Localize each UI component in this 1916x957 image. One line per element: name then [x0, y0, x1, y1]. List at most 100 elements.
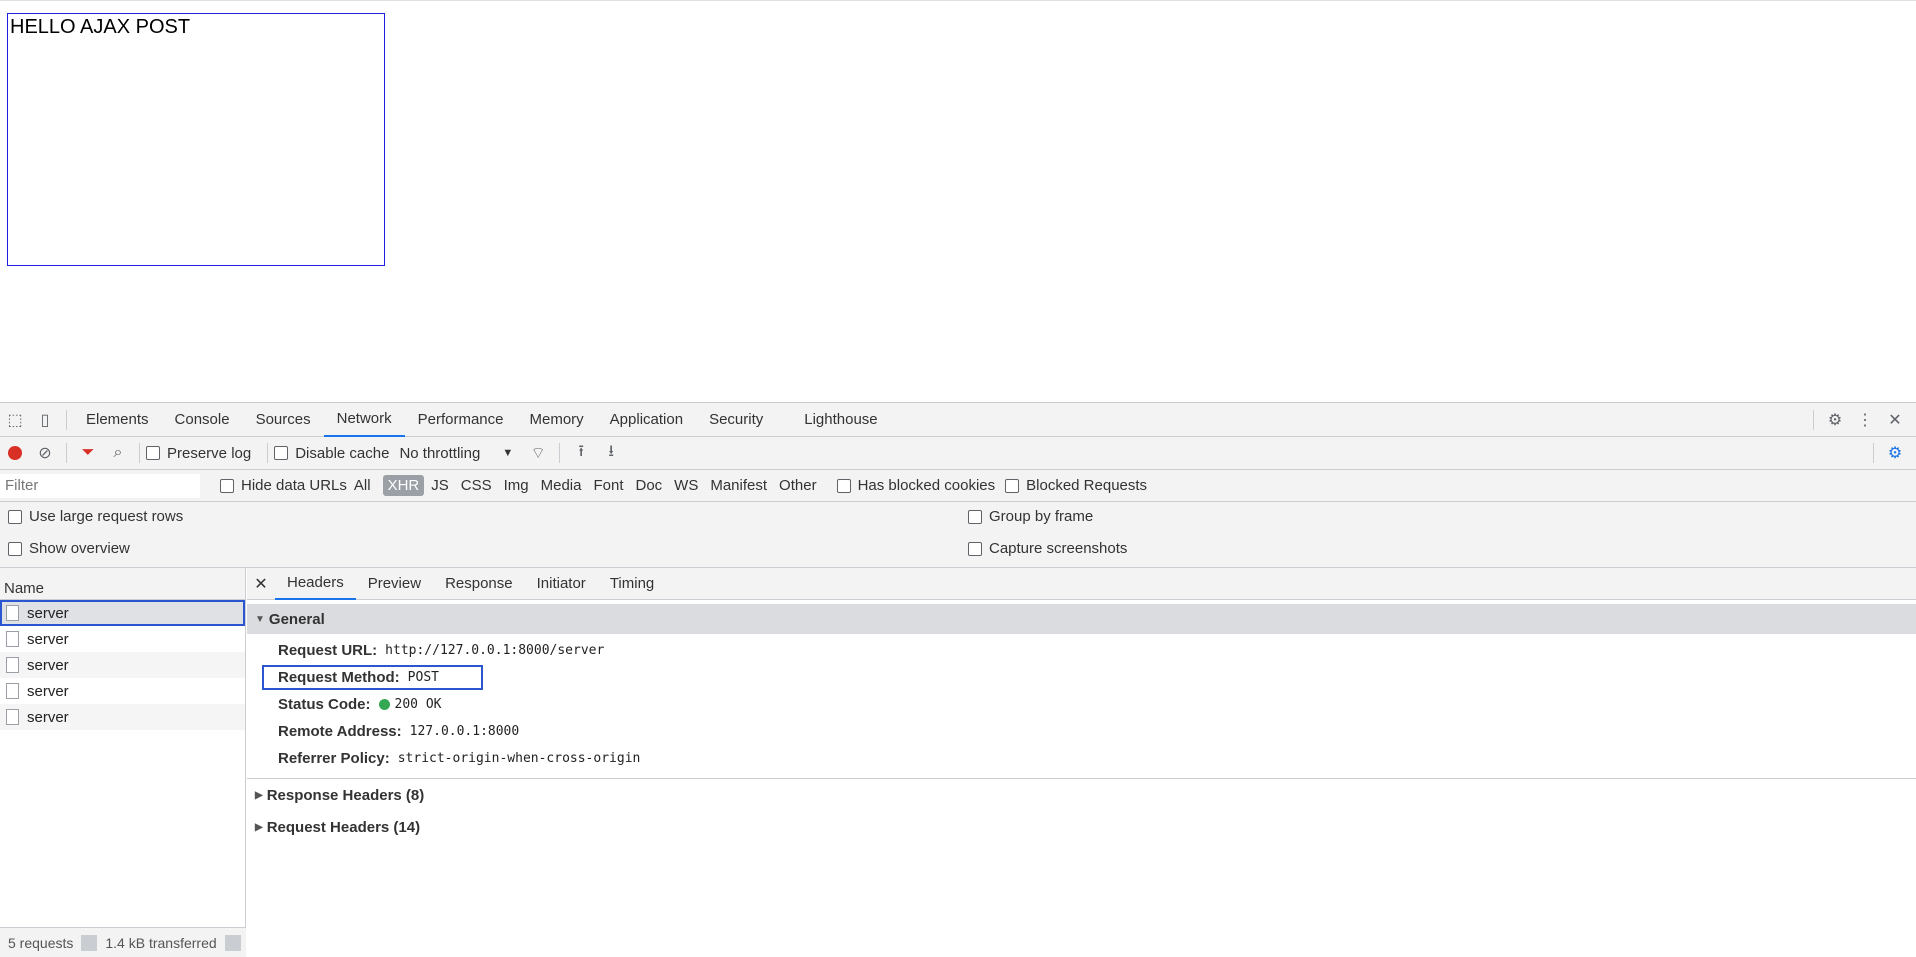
request-name: server — [27, 682, 69, 700]
request-detail: ✕ Headers Preview Response Initiator Tim… — [247, 568, 1916, 957]
tab-application[interactable]: Application — [597, 403, 696, 437]
filter-type-xhr[interactable]: XHR — [382, 475, 425, 496]
remote-address-row: Remote Address: 127.0.0.1:8000 — [247, 718, 1916, 745]
remote-address-value[interactable]: 127.0.0.1:8000 — [410, 724, 520, 739]
more-options-icon[interactable]: ⋮ — [1850, 405, 1880, 435]
devtools-tabbar: ⬚ ▯ Elements Console Sources Network Per… — [0, 403, 1916, 437]
request-name: server — [27, 708, 69, 726]
checkbox-icon[interactable] — [8, 541, 22, 556]
filter-type-img[interactable]: Img — [499, 475, 534, 496]
search-icon[interactable]: ⌕ — [103, 438, 133, 468]
request-name: server — [27, 656, 69, 674]
tab-headers[interactable]: Headers — [275, 568, 356, 600]
status-ok-icon — [378, 699, 390, 710]
filter-type-all[interactable]: All — [349, 475, 376, 496]
referrer-policy-value[interactable]: strict-origin-when-cross-origin — [398, 751, 641, 766]
tab-timing[interactable]: Timing — [598, 568, 666, 600]
tab-preview[interactable]: Preview — [356, 568, 433, 600]
request-method-value[interactable]: POST — [408, 670, 439, 685]
request-row[interactable]: server — [0, 704, 245, 730]
divider — [1873, 443, 1874, 463]
dropdown-arrow-icon: ▼ — [502, 447, 514, 459]
filter-type-font[interactable]: Font — [588, 475, 628, 496]
request-row[interactable]: server — [0, 626, 245, 652]
capture-screenshots-label: Capture screenshots — [989, 540, 1128, 557]
detail-tabbar: ✕ Headers Preview Response Initiator Tim… — [247, 568, 1916, 600]
request-method-label: Request Method: — [278, 669, 400, 686]
blocked-requests-checkbox[interactable]: Blocked Requests — [1005, 477, 1147, 494]
divider — [559, 443, 561, 463]
general-section-header[interactable]: ▼ General — [247, 604, 1916, 634]
filter-type-manifest[interactable]: Manifest — [705, 475, 772, 496]
filter-bar: Filter Hide data URLs All XHR JS CSS Img… — [0, 470, 1916, 502]
checkbox-icon[interactable] — [146, 446, 160, 460]
inspect-element-icon[interactable]: ⬚ — [0, 405, 30, 435]
checkbox-icon[interactable] — [274, 446, 289, 460]
tab-elements[interactable]: Elements — [73, 403, 162, 437]
page-viewport: HELLO AJAX POST — [0, 0, 1916, 402]
filter-input[interactable]: Filter — [0, 473, 200, 498]
tab-initiator[interactable]: Initiator — [525, 568, 598, 600]
file-icon — [6, 683, 19, 699]
checkbox-icon[interactable] — [8, 509, 22, 524]
preserve-log-checkbox[interactable]: Preserve log — [146, 445, 251, 462]
group-by-frame-checkbox[interactable]: Group by frame — [968, 508, 1093, 525]
network-options: Use large request rows Show overview Gro… — [0, 502, 1916, 568]
request-row[interactable]: server — [0, 652, 245, 678]
name-column-header[interactable]: Name — [0, 568, 245, 600]
checkbox-icon[interactable] — [968, 509, 982, 524]
group-by-frame-label: Group by frame — [989, 508, 1094, 525]
checkbox-icon[interactable] — [1005, 478, 1020, 493]
request-row[interactable]: server — [0, 678, 245, 704]
file-icon — [6, 657, 19, 673]
referrer-policy-label: Referrer Policy: — [278, 750, 390, 767]
show-overview-checkbox[interactable]: Show overview — [8, 540, 130, 557]
close-detail-icon[interactable]: ✕ — [247, 574, 275, 594]
disable-cache-checkbox[interactable]: Disable cache — [274, 445, 389, 462]
large-rows-checkbox[interactable]: Use large request rows — [8, 508, 183, 525]
hide-data-urls-checkbox[interactable]: Hide data URLs — [220, 477, 347, 494]
request-url-value[interactable]: http://127.0.0.1:8000/server — [385, 643, 604, 658]
tab-memory[interactable]: Memory — [517, 403, 597, 437]
has-blocked-cookies-checkbox[interactable]: Has blocked cookies — [836, 477, 996, 494]
status-code-row: Status Code: 200 OK — [247, 691, 1916, 718]
tab-console[interactable]: Console — [162, 403, 243, 437]
tab-performance[interactable]: Performance — [405, 403, 517, 437]
checkbox-icon[interactable] — [220, 478, 234, 493]
clear-icon[interactable]: ⊘ — [30, 438, 60, 468]
device-toolbar-icon[interactable]: ▯ — [30, 405, 60, 435]
has-blocked-cookies-label: Has blocked cookies — [857, 477, 996, 494]
tab-network[interactable]: Network — [323, 403, 405, 437]
export-har-icon[interactable]: ⭳ — [596, 438, 626, 468]
filter-type-css[interactable]: CSS — [456, 475, 497, 496]
request-url-row: Request URL: http://127.0.0.1:8000/server — [247, 637, 1916, 664]
request-headers-section[interactable]: ▶ Request Headers (14) — [247, 811, 1916, 843]
divider — [224, 934, 241, 951]
record-icon[interactable] — [0, 438, 30, 468]
import-har-icon[interactable]: ⭱ — [566, 438, 596, 468]
throttling-select[interactable]: No throttling ▼ — [399, 445, 513, 462]
filter-type-other[interactable]: Other — [774, 475, 822, 496]
network-settings-gear-icon[interactable]: ⚙ — [1880, 438, 1910, 468]
checkbox-icon[interactable] — [836, 478, 851, 493]
settings-gear-icon[interactable]: ⚙ — [1820, 405, 1850, 435]
status-code-label: Status Code: — [278, 696, 371, 713]
tab-lighthouse[interactable]: Lighthouse — [776, 403, 890, 437]
capture-screenshots-checkbox[interactable]: Capture screenshots — [968, 540, 1127, 557]
tab-security[interactable]: Security — [696, 403, 776, 437]
transferred-size: 1.4 kB transferred — [105, 934, 217, 951]
filter-icon[interactable]: ⏷ — [73, 438, 103, 468]
close-devtools-icon[interactable]: ✕ — [1880, 405, 1910, 435]
response-headers-section[interactable]: ▶ Response Headers (8) — [247, 779, 1916, 811]
network-conditions-icon[interactable]: ⌔ — [523, 438, 553, 468]
filter-type-ws[interactable]: WS — [669, 475, 703, 496]
checkbox-icon[interactable] — [968, 541, 982, 556]
tab-sources[interactable]: Sources — [243, 403, 324, 437]
tab-response[interactable]: Response — [433, 568, 525, 600]
request-row[interactable]: server — [0, 600, 245, 626]
status-code-value[interactable]: 200 OK — [395, 697, 442, 712]
divider — [66, 409, 67, 430]
filter-type-js[interactable]: JS — [426, 475, 454, 496]
filter-type-media[interactable]: Media — [536, 475, 587, 496]
filter-type-doc[interactable]: Doc — [630, 475, 667, 496]
